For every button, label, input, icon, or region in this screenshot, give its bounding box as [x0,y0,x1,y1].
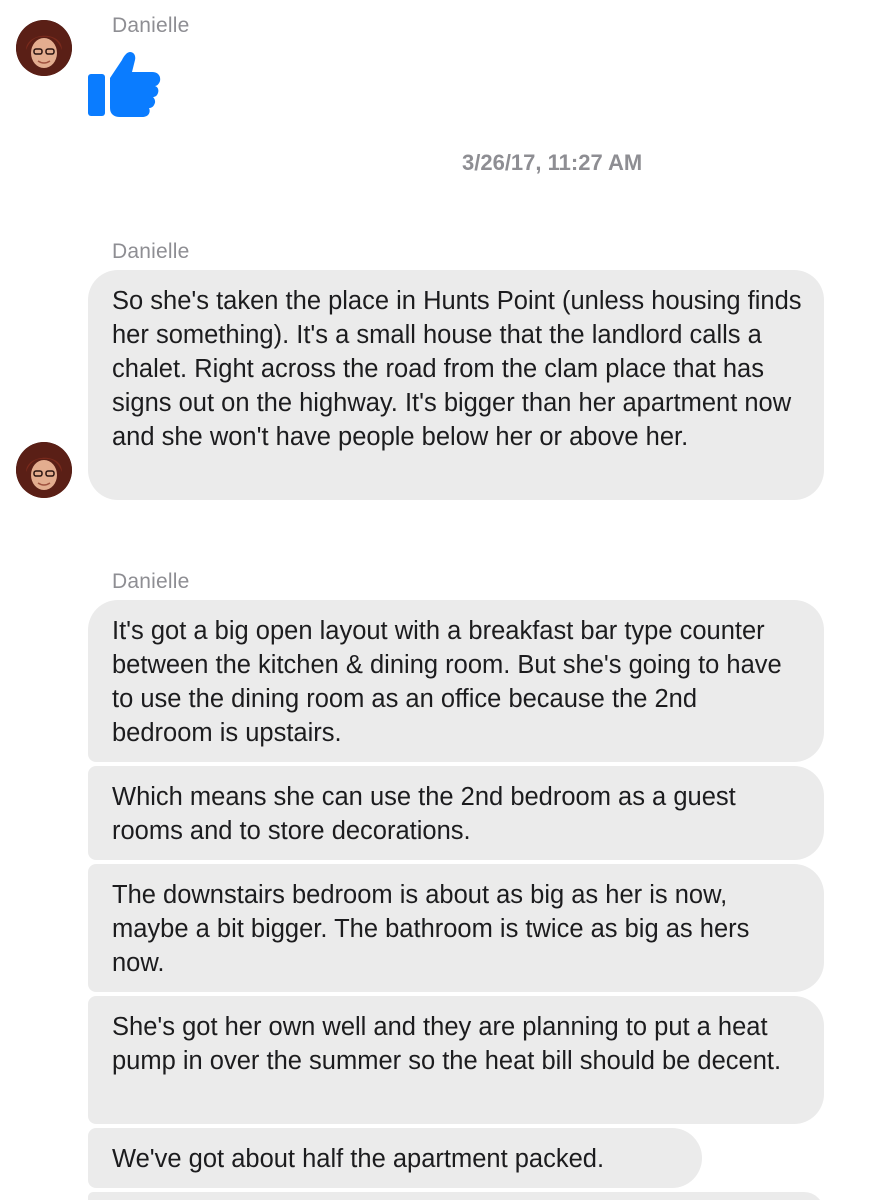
timestamp: 3/26/17, 11:27 AM [462,150,643,175]
avatar[interactable] [16,442,72,498]
sender-name: Danielle [112,14,190,37]
sender-name: Danielle [112,240,190,263]
message-bubble[interactable]: Which means she can use the 2nd bedroom … [88,766,824,860]
message-text: Which means she can use the 2nd bedroom … [112,783,736,845]
message-bubble[interactable]: She's got her own well and they are plan… [88,996,824,1124]
avatar[interactable] [16,20,72,76]
thumbs-up-icon[interactable] [86,48,162,118]
message-bubble[interactable]: We've got about half the apartment packe… [88,1128,702,1188]
message-bubble[interactable]: The downstairs bedroom is about as big a… [88,864,824,992]
message-bubble[interactable]: So she's taken the place in Hunts Point … [88,270,824,500]
message-text: We've got about half the apartment packe… [112,1145,605,1173]
message-text: It's got a big open layout with a breakf… [112,617,782,747]
message-text: She's got her own well and they are plan… [112,1013,782,1075]
message-text: The downstairs bedroom is about as big a… [112,881,750,977]
message-bubble-partial[interactable] [88,1192,824,1200]
message-thread: Danielle 3/26/17, 11:27 AM Danielle So s… [0,0,874,1200]
message-text: So she's taken the place in Hunts Point … [112,287,802,451]
sender-name: Danielle [112,570,190,593]
message-bubble[interactable]: It's got a big open layout with a breakf… [88,600,824,762]
